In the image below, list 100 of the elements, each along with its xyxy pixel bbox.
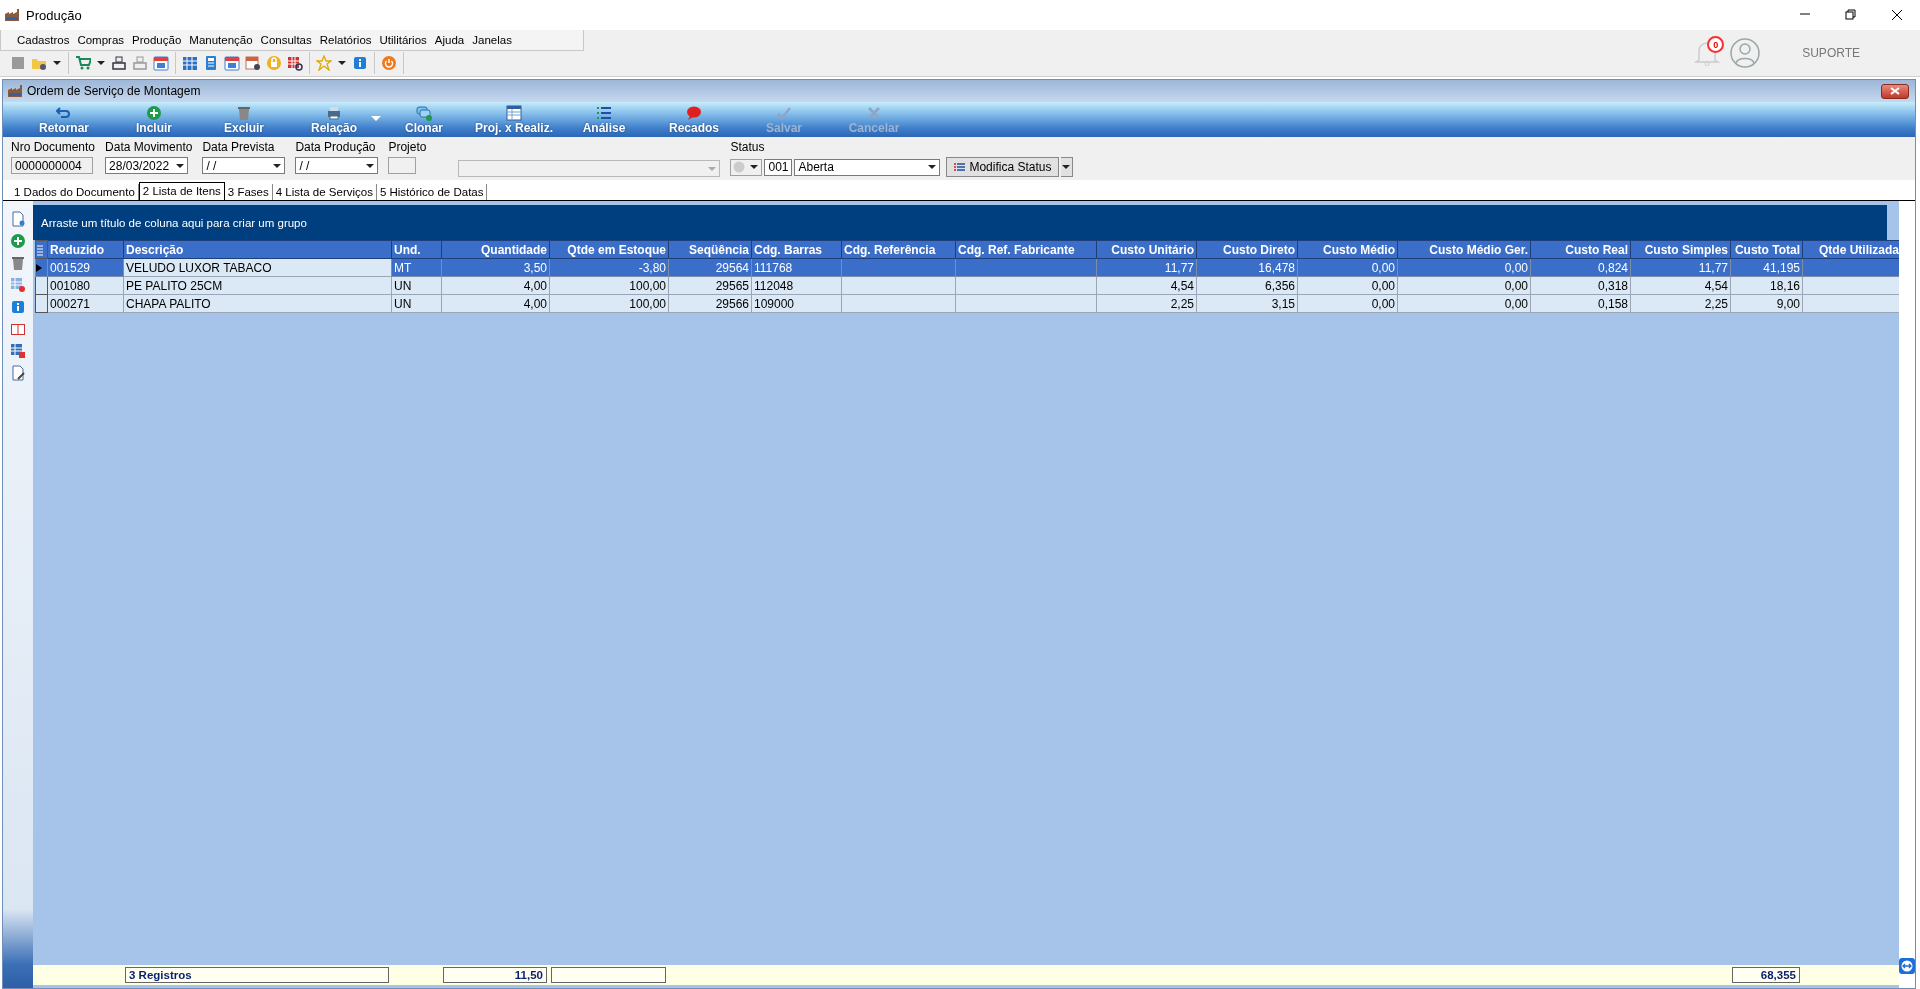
column-header[interactable]: Und. [391, 240, 442, 259]
document-number-field[interactable]: 0000000004 [11, 157, 93, 174]
field-label: Projeto [388, 140, 427, 154]
group-hint: Arraste um título de coluna aqui para criar um grupo [41, 216, 307, 229]
menu-item[interactable]: Produção [128, 33, 186, 46]
toolbar-button[interactable]: Clonar [379, 105, 469, 137]
menu-item[interactable]: Relatórios [315, 33, 376, 46]
table-delete-icon[interactable] [10, 277, 26, 293]
toolbar-button[interactable]: Recados [649, 105, 739, 137]
summary-field: 11,50 [443, 967, 547, 983]
trash-icon [236, 105, 252, 121]
menu-item[interactable]: Ajuda [430, 33, 469, 46]
tab[interactable]: 2 Lista de Itens [138, 182, 225, 200]
column-header[interactable]: Custo Total [1730, 240, 1803, 259]
close-icon [1890, 87, 1900, 95]
date-field[interactable]: / / [295, 157, 379, 174]
toolbar-button[interactable]: Excluir [199, 105, 289, 137]
menu-item[interactable]: Utilitários [375, 33, 431, 46]
menu-item[interactable]: Manutenção [185, 33, 257, 46]
star-icon[interactable] [316, 55, 332, 72]
table-icon [506, 105, 522, 121]
clone-icon [416, 105, 432, 121]
column-header[interactable]: Qtde Utilizada [1802, 240, 1902, 259]
field-label: Data Movimento [105, 140, 193, 154]
toolbar-button[interactable]: Análise [559, 105, 649, 137]
trash-icon[interactable] [10, 255, 26, 271]
dropdown-caret-icon [749, 162, 760, 172]
factory-icon [7, 83, 23, 99]
summary-field: 68,355 [1732, 967, 1800, 983]
menu-item[interactable]: Janelas [468, 33, 516, 46]
menu-item[interactable]: Consultas [256, 33, 316, 46]
modify-status-button[interactable]: Modifica Status [946, 157, 1059, 177]
remote-support-icon[interactable] [1899, 958, 1915, 974]
square-icon[interactable] [10, 55, 26, 72]
dropdown-button[interactable] [1060, 157, 1073, 177]
dropdown-caret-icon[interactable] [369, 113, 383, 123]
close-icon[interactable] [1891, 9, 1903, 21]
column-header[interactable]: Descrição [123, 240, 392, 259]
user-name: SUPORTE [1802, 46, 1860, 60]
field-label: Status [730, 140, 766, 154]
add-icon [146, 105, 162, 121]
tab[interactable]: 3 Fases [224, 184, 273, 200]
dropdown-caret-icon [927, 162, 938, 172]
info-icon[interactable] [352, 55, 368, 72]
cart-icon[interactable] [75, 55, 91, 72]
calendar-icon[interactable] [153, 55, 169, 72]
close-button[interactable] [1881, 83, 1909, 99]
column-header[interactable]: Custo Unitário [1096, 240, 1197, 259]
column-header[interactable]: Seqüência [668, 240, 752, 259]
printer-icon [326, 105, 342, 121]
column-header[interactable]: Custo Simples [1630, 240, 1731, 259]
document-icon[interactable] [10, 211, 26, 227]
document-edit-icon[interactable] [10, 365, 26, 381]
speech-bubble-icon [686, 105, 702, 121]
column-header[interactable]: Custo Direto [1196, 240, 1298, 259]
table-cell: PE PALITO 25CM [123, 276, 392, 295]
toolbar-button[interactable]: Proj. x Realiz. [469, 105, 559, 137]
book-icon[interactable] [10, 321, 26, 337]
table-add-icon[interactable] [10, 343, 26, 359]
project-field[interactable] [388, 157, 417, 174]
calendar-gear-icon[interactable] [245, 55, 261, 72]
power-icon[interactable] [381, 55, 397, 72]
toolbar-button[interactable]: Relação [289, 105, 379, 137]
factory-icon [4, 7, 20, 23]
register-icon[interactable] [111, 55, 127, 72]
status-color-combo[interactable] [730, 158, 763, 176]
restore-icon[interactable] [1845, 9, 1857, 21]
menu-item[interactable]: Cadastros [13, 33, 74, 46]
tab[interactable]: 1 Dados do Documento [11, 184, 139, 200]
date-field[interactable]: / / [202, 157, 286, 174]
caret-icon [1062, 163, 1070, 171]
column-header[interactable]: Custo Médio Ger. [1397, 240, 1531, 259]
table-search-icon[interactable] [287, 55, 303, 72]
column-header[interactable]: Quantidade [441, 240, 550, 259]
calendar-icon[interactable] [224, 55, 240, 72]
window-title: Produção [26, 7, 82, 23]
date-field[interactable]: 28/03/2022 [105, 157, 189, 174]
column-header[interactable]: Cdg. Referência [841, 240, 956, 259]
column-header[interactable]: Reduzido [47, 240, 124, 259]
column-header[interactable]: Custo Médio [1297, 240, 1398, 259]
info-icon[interactable] [10, 299, 26, 315]
back-arrow-icon [56, 105, 72, 121]
user-avatar-icon[interactable] [1730, 38, 1761, 68]
tab[interactable]: 4 Lista de Serviços [272, 184, 377, 200]
status-combo[interactable]: Aberta [794, 158, 941, 176]
add-icon[interactable] [10, 233, 26, 249]
field-label: Data Prevista [202, 140, 276, 154]
status-code-field[interactable]: 001 [764, 158, 793, 176]
column-header[interactable]: Cdg. Barras [751, 240, 842, 259]
tab[interactable]: 5 Histórico de Datas [376, 184, 488, 200]
field-label: Nro Documento [11, 140, 96, 154]
row-pointer-icon [36, 263, 42, 272]
column-header[interactable]: Qtde em Estoque [549, 240, 669, 259]
column-header[interactable]: Cdg. Ref. Fabricante [955, 240, 1097, 259]
toolbar-button[interactable]: Incluir [109, 105, 199, 137]
column-chooser[interactable] [35, 240, 48, 259]
toolbar-button[interactable]: Retornar [19, 105, 109, 137]
menu-item[interactable]: Compras [73, 33, 129, 46]
calculator-icon[interactable] [203, 55, 219, 72]
column-header[interactable]: Custo Real [1530, 240, 1631, 259]
